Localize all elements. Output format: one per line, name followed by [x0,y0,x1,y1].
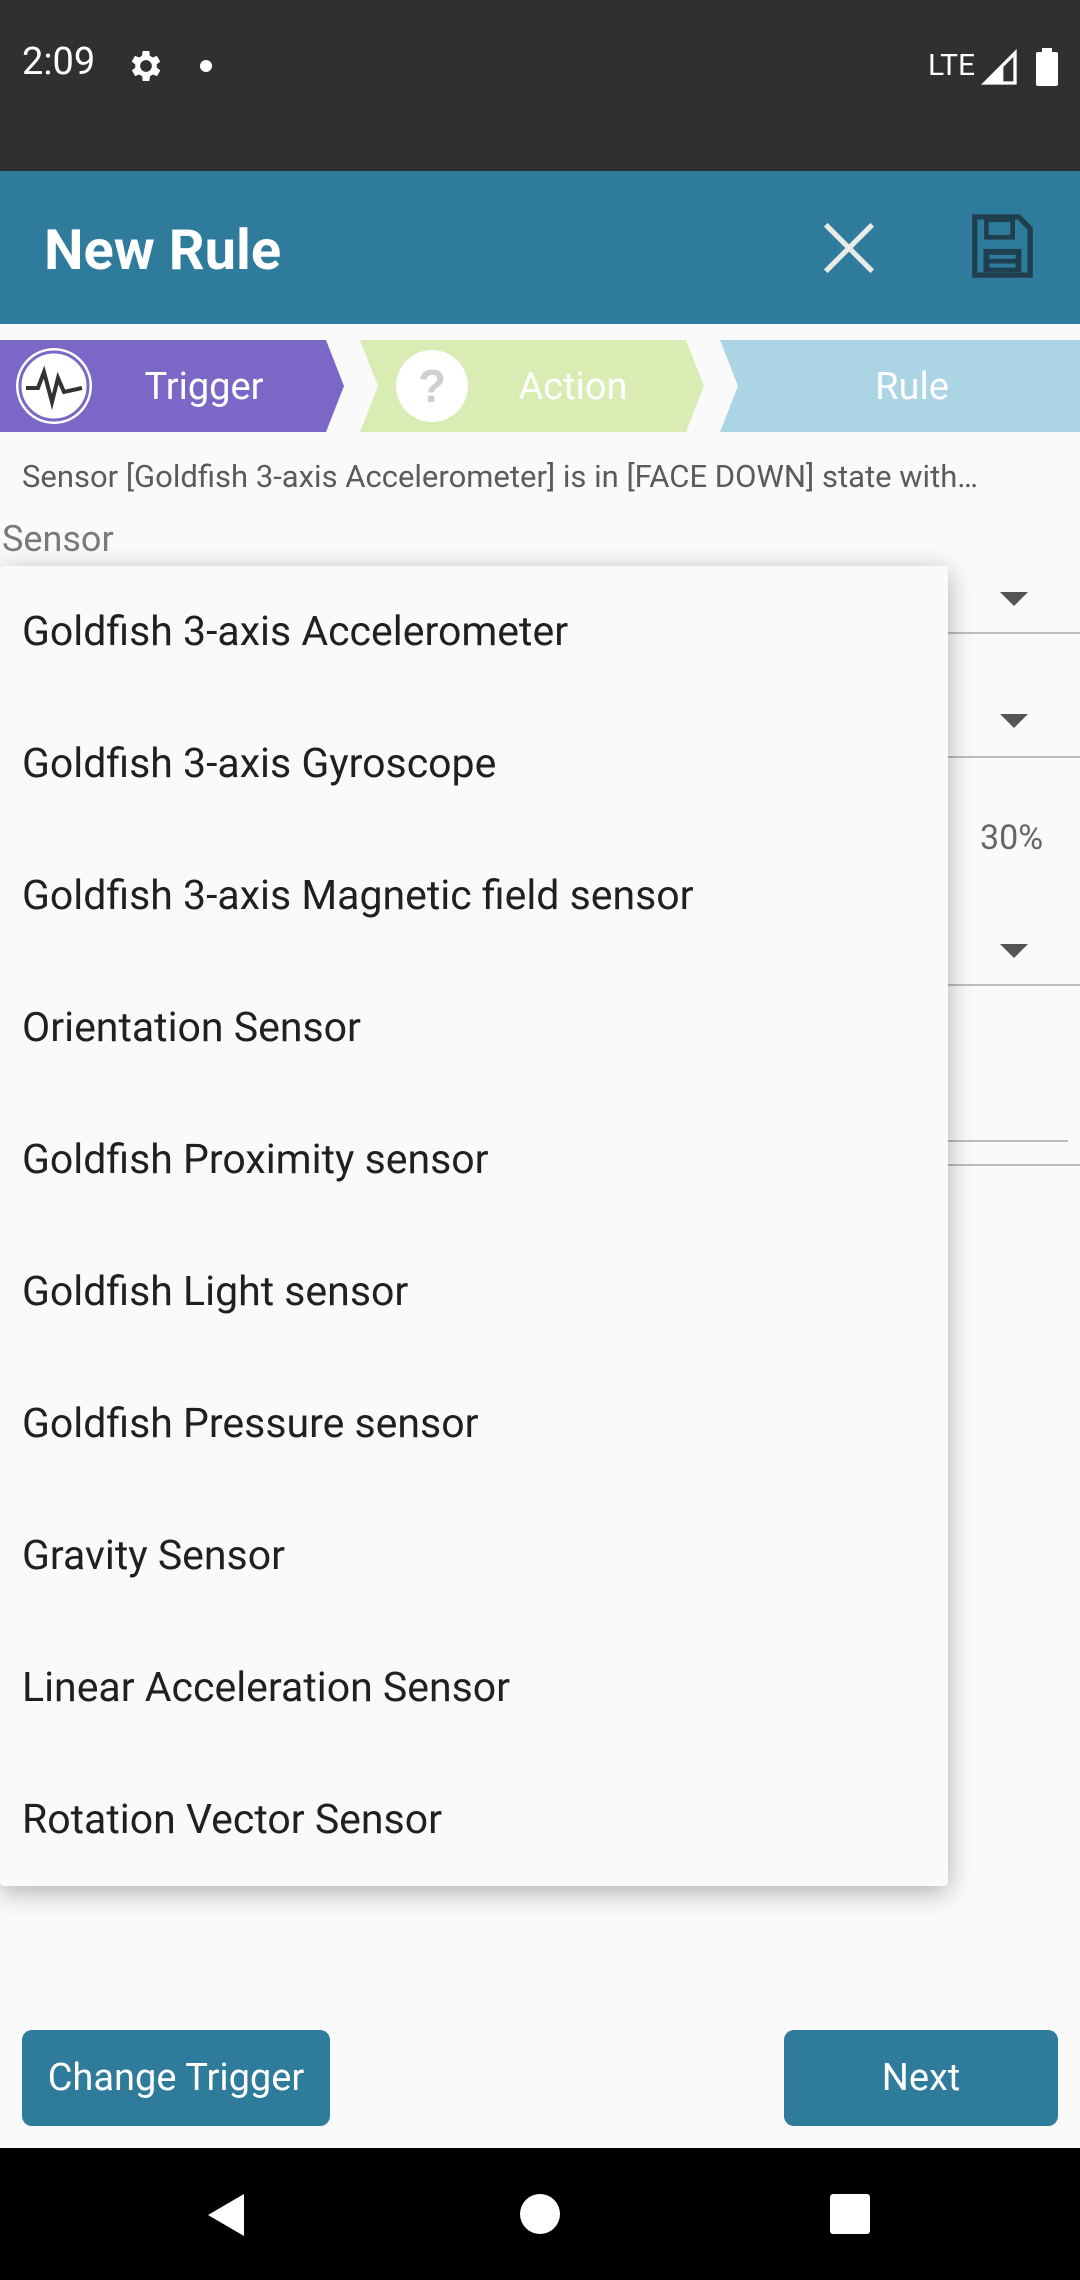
question-icon: ? [396,350,468,422]
rule-summary: Sensor [Goldfish 3-axis Accelerometer] i… [22,458,979,495]
dropdown-item[interactable]: Goldfish Light sensor [22,1226,408,1358]
dropdown-item[interactable]: Gravity Sensor [22,1490,285,1622]
step-action-label: Action [518,365,627,409]
status-bar: 2:09 LTE [0,0,1080,171]
text-field-underline [948,1140,1068,1142]
sensor-wave-icon [16,348,92,424]
dropdown-item[interactable]: Goldfish 3-axis Magnetic field sensor [22,830,694,962]
page-title: New Rule [44,217,282,283]
next-button[interactable]: Next [784,2030,1058,2126]
dropdown-item[interactable]: Goldfish 3-axis Gyroscope [22,698,496,830]
dropdown-item[interactable]: Linear Acceleration Sensor [22,1622,510,1754]
dropdown-item[interactable]: Goldfish Pressure sensor [22,1358,479,1490]
dropdown-item[interactable]: Goldfish 3-axis Accelerometer [22,566,568,698]
change-trigger-button[interactable]: Change Trigger [22,2030,330,2126]
battery-icon [1036,48,1058,86]
signal-icon [980,48,1017,85]
dropdown-item[interactable]: Orientation Sensor [22,962,361,1094]
settings-gear-icon [131,51,161,81]
svg-text:?: ? [418,360,446,412]
step-trigger-label: Trigger [144,365,263,409]
state-dropdown-arrow-icon[interactable] [1000,714,1028,728]
step-rule-label: Rule [875,365,949,409]
navigation-bar [0,2148,1080,2280]
status-time: 2:09 [22,40,96,84]
duration-dropdown-arrow-icon[interactable] [1000,944,1028,958]
network-type: LTE [928,48,976,83]
back-icon[interactable] [204,2192,248,2238]
sensor-dropdown-menu: Goldfish 3-axis Accelerometer Goldfish 3… [0,566,948,1886]
notification-dot-icon [200,60,212,72]
sensor-dropdown-arrow-icon[interactable] [1000,592,1028,606]
home-icon[interactable] [518,2192,562,2236]
close-icon[interactable] [818,217,880,279]
step-indicator: ? Trigger Action Rule [0,340,1080,432]
recents-icon[interactable] [828,2192,872,2236]
threshold-value: 30% [980,818,1044,858]
sensor-field-label: Sensor [2,518,114,560]
save-icon[interactable] [966,211,1036,281]
dropdown-item[interactable]: Rotation Vector Sensor [22,1754,442,1886]
dropdown-item[interactable]: Goldfish Proximity sensor [22,1094,489,1226]
app-bar: New Rule [0,171,1080,324]
